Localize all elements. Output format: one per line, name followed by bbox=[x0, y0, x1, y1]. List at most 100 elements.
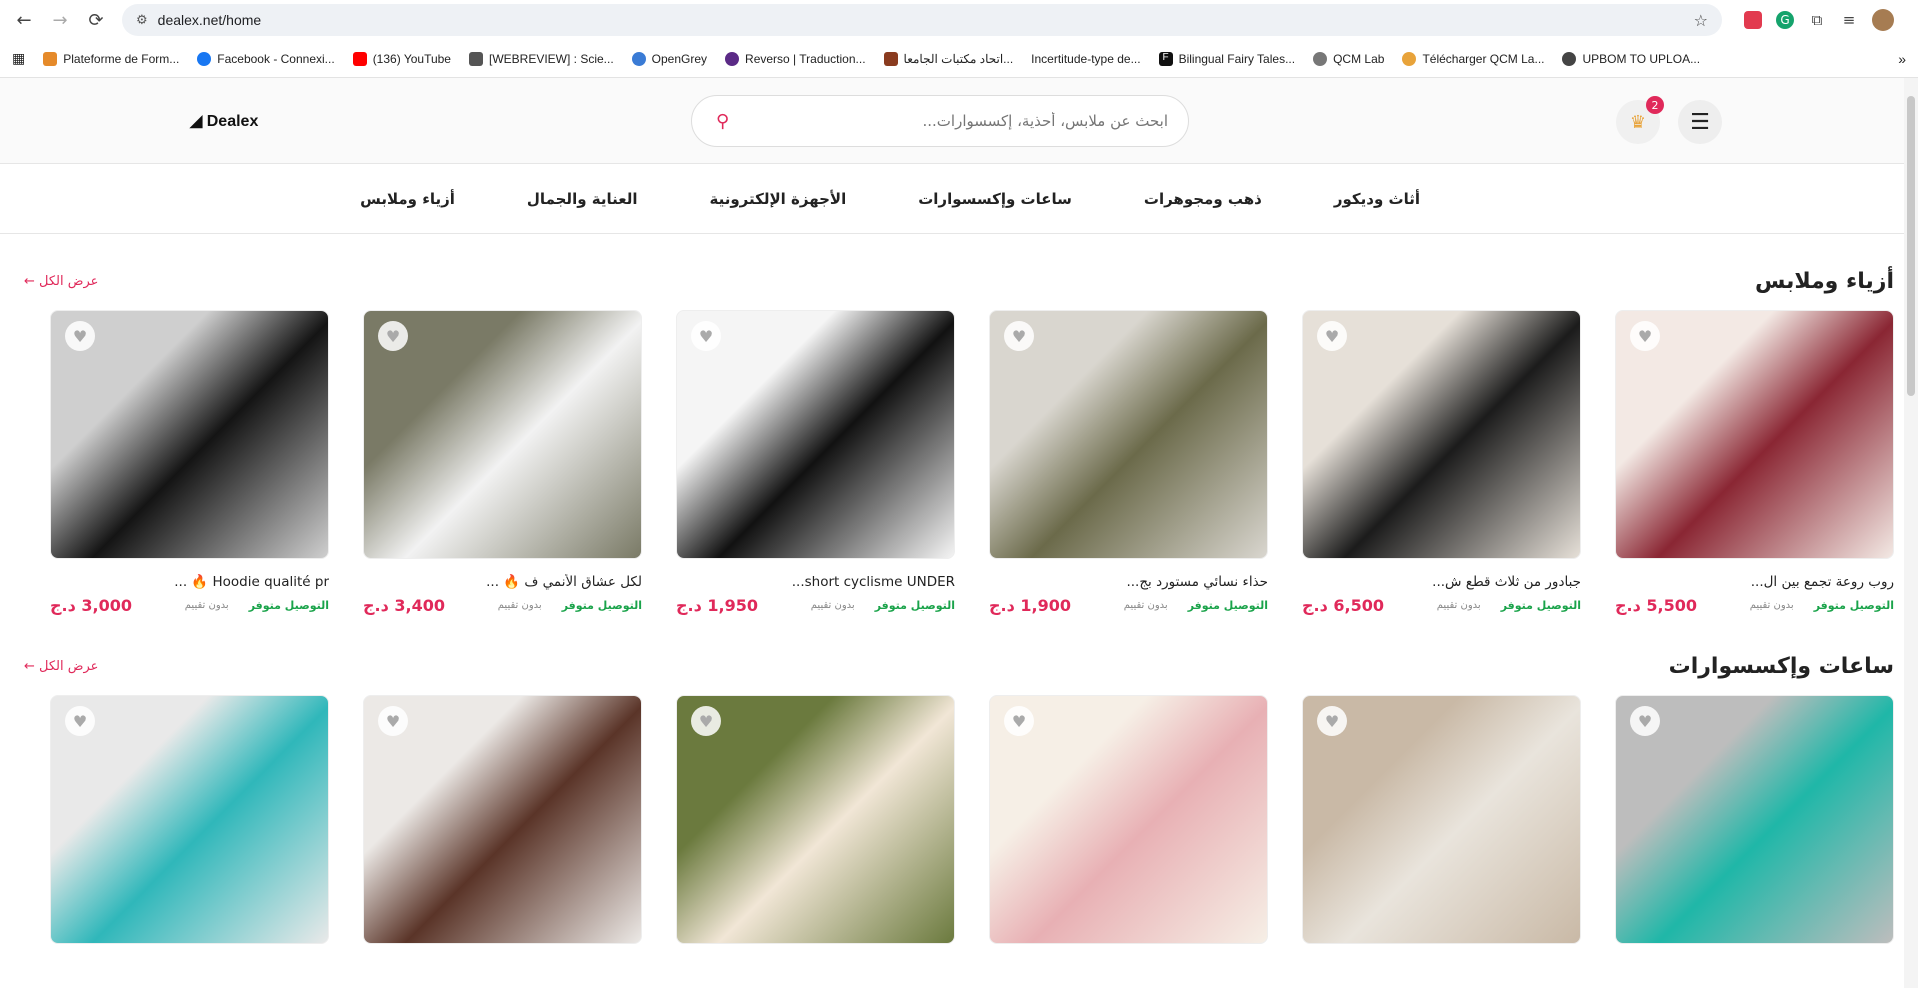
rating-status: بدون تقييم bbox=[184, 600, 229, 611]
favorite-heart-icon[interactable]: ♥ bbox=[1317, 706, 1347, 736]
product-card[interactable]: ♥ جبادور من ثلاث قطع ش... التوصيل متوفر بدو… bbox=[1302, 310, 1581, 615]
product-name[interactable]: لكل عشاق الأنمي ف 🔥 ... bbox=[363, 574, 642, 590]
favorite-heart-icon[interactable]: ♥ bbox=[378, 321, 408, 351]
view-all-link[interactable]: عرض الكل ← bbox=[24, 274, 98, 289]
bookmark-item[interactable]: F Bilingual Fairy Tales... bbox=[1158, 51, 1295, 66]
product-image[interactable]: ♥ bbox=[676, 695, 955, 944]
product-name[interactable]: جبادور من ثلاث قطع ش... bbox=[1302, 574, 1581, 590]
favorite-heart-icon[interactable]: ♥ bbox=[1630, 706, 1660, 736]
product-image[interactable]: ♥ bbox=[989, 695, 1268, 944]
bookmark-star-icon[interactable]: ☆ bbox=[1694, 11, 1708, 30]
scrollbar-thumb[interactable] bbox=[1907, 96, 1915, 396]
favorite-heart-icon[interactable]: ♥ bbox=[65, 706, 95, 736]
product-image[interactable]: ♥ bbox=[50, 310, 329, 559]
category-electronics[interactable]: الأجهزة الإلكترونية bbox=[709, 190, 846, 208]
category-watches[interactable]: ساعات وإكسسوارات bbox=[918, 190, 1072, 208]
product-image[interactable]: ♥ bbox=[1615, 695, 1894, 944]
product-name[interactable]: Hoodie qualité pr 🔥 ... bbox=[50, 574, 329, 590]
bookmark-item[interactable]: QCM Lab bbox=[1313, 51, 1385, 66]
bookmark-item[interactable]: Incertitude-type de... bbox=[1031, 52, 1140, 66]
product-name[interactable]: حذاء نسائي مستورد بج... bbox=[989, 574, 1268, 590]
bookmark-item[interactable]: Plateforme de Form... bbox=[43, 51, 179, 66]
product-card[interactable]: ♥ bbox=[50, 695, 329, 965]
favorite-heart-icon[interactable]: ♥ bbox=[1004, 321, 1034, 351]
favorite-heart-icon[interactable]: ♥ bbox=[65, 321, 95, 351]
reload-icon[interactable]: ⟳ bbox=[82, 6, 110, 34]
product-card[interactable]: ♥ لكل عشاق الأنمي ف 🔥 ... التوصيل متوفر بدو… bbox=[363, 310, 642, 615]
hamburger-menu-icon[interactable]: ☰ bbox=[1678, 100, 1722, 144]
product-image[interactable]: ♥ bbox=[989, 310, 1268, 559]
cart-button[interactable]: ♛ 2 bbox=[1616, 96, 1664, 144]
profile-avatar[interactable] bbox=[1872, 9, 1894, 31]
product-card[interactable]: ♥ bbox=[676, 695, 955, 965]
section-header: أزياء وملابس عرض الكل ← bbox=[24, 252, 1894, 310]
product-image[interactable]: ♥ bbox=[676, 310, 955, 559]
forward-icon[interactable]: → bbox=[46, 6, 74, 34]
rating-status: بدون تقييم bbox=[810, 600, 855, 611]
favorite-heart-icon[interactable]: ♥ bbox=[691, 321, 721, 351]
url-text[interactable]: dealex.net/home bbox=[158, 12, 1684, 28]
apps-grid-icon[interactable]: ▦ bbox=[12, 50, 25, 67]
favorite-heart-icon[interactable]: ♥ bbox=[378, 706, 408, 736]
product-meta-info: التوصيل متوفر بدون تقييم bbox=[1750, 599, 1894, 612]
back-icon[interactable]: ← bbox=[10, 6, 38, 34]
product-image[interactable]: ♥ bbox=[1302, 695, 1581, 944]
bookmark-item[interactable]: اتحاد مكتبات الجامعا... bbox=[883, 51, 1013, 66]
bookmark-item[interactable]: OpenGrey bbox=[631, 51, 707, 66]
product-image[interactable]: ♥ bbox=[1302, 310, 1581, 559]
category-fashion[interactable]: أزياء وملابس bbox=[360, 190, 455, 208]
product-image[interactable]: ♥ bbox=[363, 695, 642, 944]
bookmark-label: UPBOM TO UPLOA... bbox=[1582, 51, 1701, 66]
address-bar[interactable]: ⚙ dealex.net/home ☆ bbox=[122, 4, 1722, 36]
product-name[interactable]: روب روعة تجمع بين ال... bbox=[1615, 574, 1894, 590]
bookmark-item[interactable]: Facebook - Connexi... bbox=[197, 51, 335, 66]
section-title: ساعات وإكسسوارات bbox=[1668, 653, 1894, 679]
bookmark-label: QCM Lab bbox=[1333, 51, 1385, 66]
product-image[interactable]: ♥ bbox=[363, 310, 642, 559]
bookmark-favicon: F bbox=[1158, 51, 1173, 66]
product-price: 3,000 د.ج bbox=[50, 596, 132, 615]
search-icon[interactable]: ⚲ bbox=[716, 111, 729, 132]
extensions-puzzle-icon[interactable]: ⧉ bbox=[1808, 11, 1826, 29]
category-beauty[interactable]: العناية والجمال bbox=[527, 190, 638, 208]
bookmark-item[interactable]: (136) YouTube bbox=[352, 51, 451, 66]
product-name[interactable]: short cyclisme UNDER... bbox=[676, 574, 955, 590]
favorite-heart-icon[interactable]: ♥ bbox=[1630, 321, 1660, 351]
logo-text: Dealex bbox=[206, 113, 259, 130]
product-card[interactable]: ♥ bbox=[1302, 695, 1581, 965]
favorite-heart-icon[interactable]: ♥ bbox=[1317, 321, 1347, 351]
product-card[interactable]: ♥ Hoodie qualité pr 🔥 ... التوصيل متوفر بدو… bbox=[50, 310, 329, 615]
section-title: أزياء وملابس bbox=[1755, 268, 1894, 294]
bookmark-item[interactable]: Reverso | Traduction... bbox=[725, 51, 866, 66]
product-image[interactable]: ♥ bbox=[1615, 310, 1894, 559]
bookmark-item[interactable]: [WEBREVIEW] : Scie... bbox=[468, 51, 614, 66]
product-card[interactable]: ♥ bbox=[1615, 695, 1894, 965]
bookmark-item[interactable]: Télécharger QCM La... bbox=[1402, 51, 1544, 66]
bookmark-favicon bbox=[43, 51, 58, 66]
product-image[interactable]: ♥ bbox=[50, 695, 329, 944]
page-scrollbar[interactable] bbox=[1904, 78, 1918, 988]
favorite-heart-icon[interactable]: ♥ bbox=[691, 706, 721, 736]
product-grid: ♥ ♥ ♥ ♥ ♥ ♥ bbox=[24, 695, 1894, 965]
delivery-status: التوصيل متوفر bbox=[561, 599, 642, 612]
product-card[interactable]: ♥ روب روعة تجمع بين ال... التوصيل متوفر بدو… bbox=[1615, 310, 1894, 615]
product-card[interactable]: ♥ bbox=[989, 695, 1268, 965]
favorite-heart-icon[interactable]: ♥ bbox=[1004, 706, 1034, 736]
globe-icon bbox=[1562, 51, 1577, 66]
grammarly-icon[interactable]: G bbox=[1776, 11, 1794, 29]
category-jewelry[interactable]: ذهب ومجوهرات bbox=[1144, 190, 1262, 208]
site-info-icon[interactable]: ⚙ bbox=[136, 13, 148, 28]
extensions-area: G ⧉ ≡ bbox=[1744, 9, 1908, 31]
product-card[interactable]: ♥ bbox=[363, 695, 642, 965]
extension-red-icon[interactable] bbox=[1744, 11, 1762, 29]
product-card[interactable]: ♥ حذاء نسائي مستورد بج... التوصيل متوفر بدو… bbox=[989, 310, 1268, 615]
category-furniture[interactable]: أثاث وديكور bbox=[1334, 190, 1420, 208]
site-logo[interactable]: ◢ Dealex bbox=[190, 111, 258, 131]
bookmark-item[interactable]: UPBOM TO UPLOA... bbox=[1562, 51, 1701, 66]
reading-list-icon[interactable]: ≡ bbox=[1840, 11, 1858, 29]
bookmark-label: (136) YouTube bbox=[372, 51, 451, 66]
product-card[interactable]: ♥ short cyclisme UNDER... التوصيل متوفر بدو… bbox=[676, 310, 955, 615]
more-bookmarks-icon[interactable]: » bbox=[1898, 51, 1906, 67]
view-all-link[interactable]: عرض الكل ← bbox=[24, 659, 98, 674]
search-input[interactable] bbox=[729, 112, 1168, 130]
